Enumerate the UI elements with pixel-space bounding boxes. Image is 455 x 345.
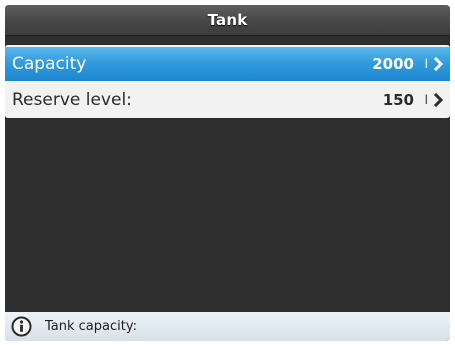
status-bar: Tank capacity:: [5, 312, 450, 341]
settings-item-value: 2000: [372, 55, 414, 73]
status-text: Tank capacity:: [45, 319, 137, 334]
chevron-right-icon: [433, 57, 443, 71]
settings-item-value: 150: [382, 91, 414, 109]
page-title: Tank: [207, 11, 248, 29]
settings-item-unit: l: [424, 57, 428, 71]
settings-list: Capacity 2000 l Reserve level: 150 l: [5, 45, 450, 118]
settings-item-label: Reserve level:: [12, 90, 132, 110]
settings-item-label: Capacity: [12, 54, 87, 74]
settings-item-reserve-level[interactable]: Reserve level: 150 l: [5, 83, 450, 117]
settings-item-unit: l: [424, 93, 428, 107]
title-bar: Tank: [5, 5, 450, 36]
info-icon: [11, 316, 32, 337]
settings-item-capacity[interactable]: Capacity 2000 l: [5, 47, 450, 81]
device-screen: Tank Capacity 2000 l Reserve level: 150 …: [5, 5, 450, 341]
chevron-right-icon: [433, 93, 443, 107]
